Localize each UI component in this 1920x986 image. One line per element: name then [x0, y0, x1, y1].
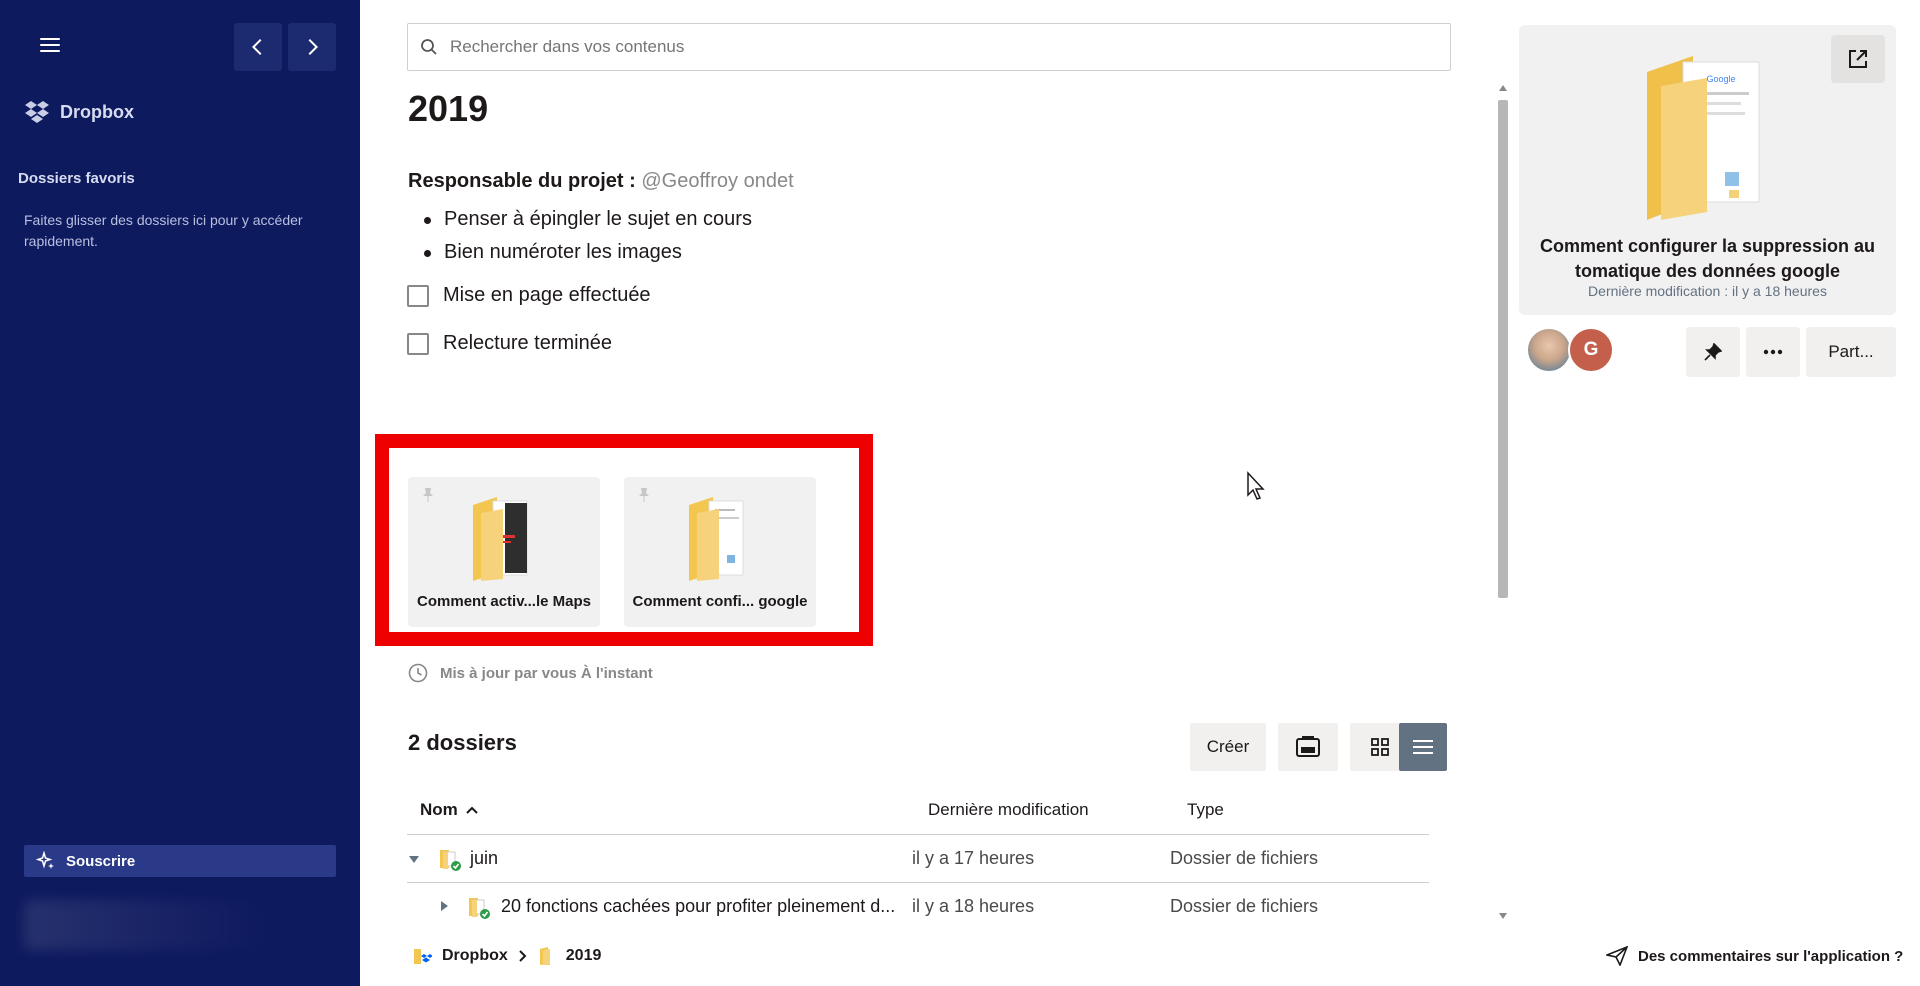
checklist-label: Relecture terminée — [443, 332, 612, 354]
update-status-text: Mis à jour par vous À l'instant — [440, 664, 653, 682]
scroll-down-icon[interactable] — [1499, 913, 1507, 919]
checkbox[interactable] — [407, 284, 429, 307]
folder-thumbnail — [689, 497, 744, 581]
favorites-hint: Faites glisser des dossiers ici pour y a… — [24, 212, 303, 249]
row-type: Dossier de fichiers — [1170, 848, 1319, 868]
avatar[interactable]: G — [1568, 327, 1614, 373]
avatar[interactable] — [1526, 327, 1572, 373]
column-header-name-label: Nom — [420, 800, 458, 819]
update-status: Mis à jour par vous À l'instant — [408, 663, 653, 683]
favorites-title: Dossiers favoris — [18, 170, 135, 187]
feedback-link[interactable]: Des commentaires sur l'application ? — [1606, 946, 1903, 966]
search-icon — [421, 39, 437, 55]
pinned-card[interactable]: Comment confi... google — [624, 477, 816, 627]
send-icon — [1606, 946, 1628, 966]
chevron-right-icon — [308, 38, 319, 56]
scroll-up-icon[interactable] — [1499, 85, 1507, 91]
pinned-card-label: Comment confi... google — [632, 593, 808, 610]
folder-thumbnail — [473, 497, 528, 581]
responsible-mention[interactable]: @Geoffroy ondet — [641, 170, 793, 192]
column-header-modified[interactable]: Dernière modification — [928, 800, 1089, 820]
external-link-icon — [1849, 50, 1867, 68]
divider — [407, 834, 1429, 835]
create-button[interactable]: Créer — [1190, 723, 1266, 771]
account-info-blurred[interactable] — [24, 900, 274, 950]
caret-right-icon[interactable] — [438, 899, 450, 913]
search-input[interactable] — [448, 36, 1352, 58]
checklist-item: Relecture terminée — [407, 332, 612, 355]
dropbox-logo[interactable]: Dropbox — [24, 100, 134, 124]
breadcrumb: Dropbox 2019 — [412, 946, 601, 966]
menu-icon[interactable] — [40, 38, 60, 54]
open-external-button[interactable] — [1831, 35, 1885, 83]
forward-button[interactable] — [288, 23, 336, 71]
list-item: Penser à épingler le sujet en cours — [424, 203, 752, 236]
pin-button[interactable] — [1686, 327, 1740, 377]
sidebar: Dropbox Dossiers favoris Faites glisser … — [0, 0, 360, 986]
clock-icon — [408, 663, 428, 683]
row-modified: il y a 18 heures — [912, 896, 1035, 916]
row-type: Dossier de fichiers — [1170, 896, 1319, 916]
dropbox-folder-icon — [414, 949, 432, 964]
dropbox-icon — [25, 101, 49, 123]
preview-title: Comment configurer la suppression au tom… — [1539, 236, 1876, 281]
share-button[interactable]: Part... — [1806, 327, 1896, 377]
row-modified: il y a 17 heures — [912, 848, 1035, 868]
more-options-button[interactable] — [1746, 327, 1800, 377]
responsible-line: Responsable du projet : @Geoffroy ondet — [408, 170, 794, 193]
pinned-card-label: Comment activ...le Maps — [417, 593, 591, 610]
row-name[interactable]: 20 fonctions cachées pour profiter plein… — [501, 896, 895, 917]
preview-subtitle: Dernière modification : il y a 18 heures — [1588, 283, 1827, 299]
scrollbar-thumb[interactable] — [1498, 100, 1508, 598]
column-header-name[interactable]: Nom — [420, 800, 478, 820]
list-icon — [1413, 740, 1433, 754]
folder-synced-icon — [469, 898, 490, 919]
caret-down-icon[interactable] — [407, 853, 421, 865]
image-folder-icon — [1296, 736, 1320, 757]
page-title: 2019 — [408, 88, 489, 129]
subscribe-button[interactable]: Souscrire — [24, 845, 336, 877]
brand-name: Dropbox — [60, 101, 134, 122]
breadcrumb-root[interactable]: Dropbox — [442, 947, 508, 965]
pinned-card[interactable]: Comment activ...le Maps — [408, 477, 600, 627]
folder-icon — [539, 947, 550, 965]
list-view-button[interactable] — [1399, 723, 1447, 771]
folder-synced-icon — [440, 850, 461, 871]
mouse-cursor-icon — [1247, 471, 1265, 500]
column-header-type[interactable]: Type — [1187, 800, 1224, 820]
grid-icon — [1371, 738, 1389, 756]
breadcrumb-current[interactable]: 2019 — [566, 947, 602, 965]
chevron-left-icon — [251, 38, 262, 56]
checkbox[interactable] — [407, 332, 429, 355]
folder-count: 2 dossiers — [408, 730, 517, 755]
pin-icon[interactable] — [420, 487, 436, 503]
feedback-label: Des commentaires sur l'application ? — [1638, 947, 1904, 965]
back-button[interactable] — [234, 23, 282, 71]
chevron-right-icon — [519, 950, 527, 962]
save-image-button[interactable] — [1278, 723, 1338, 771]
pin-icon — [1704, 343, 1722, 361]
folder-preview-image: Google — [1647, 56, 1760, 220]
checklist-item: Mise en page effectuée — [407, 284, 651, 307]
subscribe-label: Souscrire — [66, 852, 136, 870]
divider — [407, 882, 1429, 883]
row-name[interactable]: juin — [470, 848, 498, 869]
search-bar[interactable] — [407, 23, 1451, 71]
checklist-label: Mise en page effectuée — [443, 284, 651, 306]
sparkle-icon — [36, 851, 54, 869]
responsible-label: Responsable du projet : — [408, 170, 636, 192]
svg-text:Google: Google — [1706, 74, 1735, 84]
list-item: Bien numéroter les images — [424, 236, 752, 269]
sort-ascending-icon — [466, 806, 478, 814]
pin-icon[interactable] — [636, 487, 652, 503]
more-icon — [1763, 349, 1783, 355]
bullet-list: Penser à épingler le sujet en cours Bien… — [424, 203, 752, 269]
